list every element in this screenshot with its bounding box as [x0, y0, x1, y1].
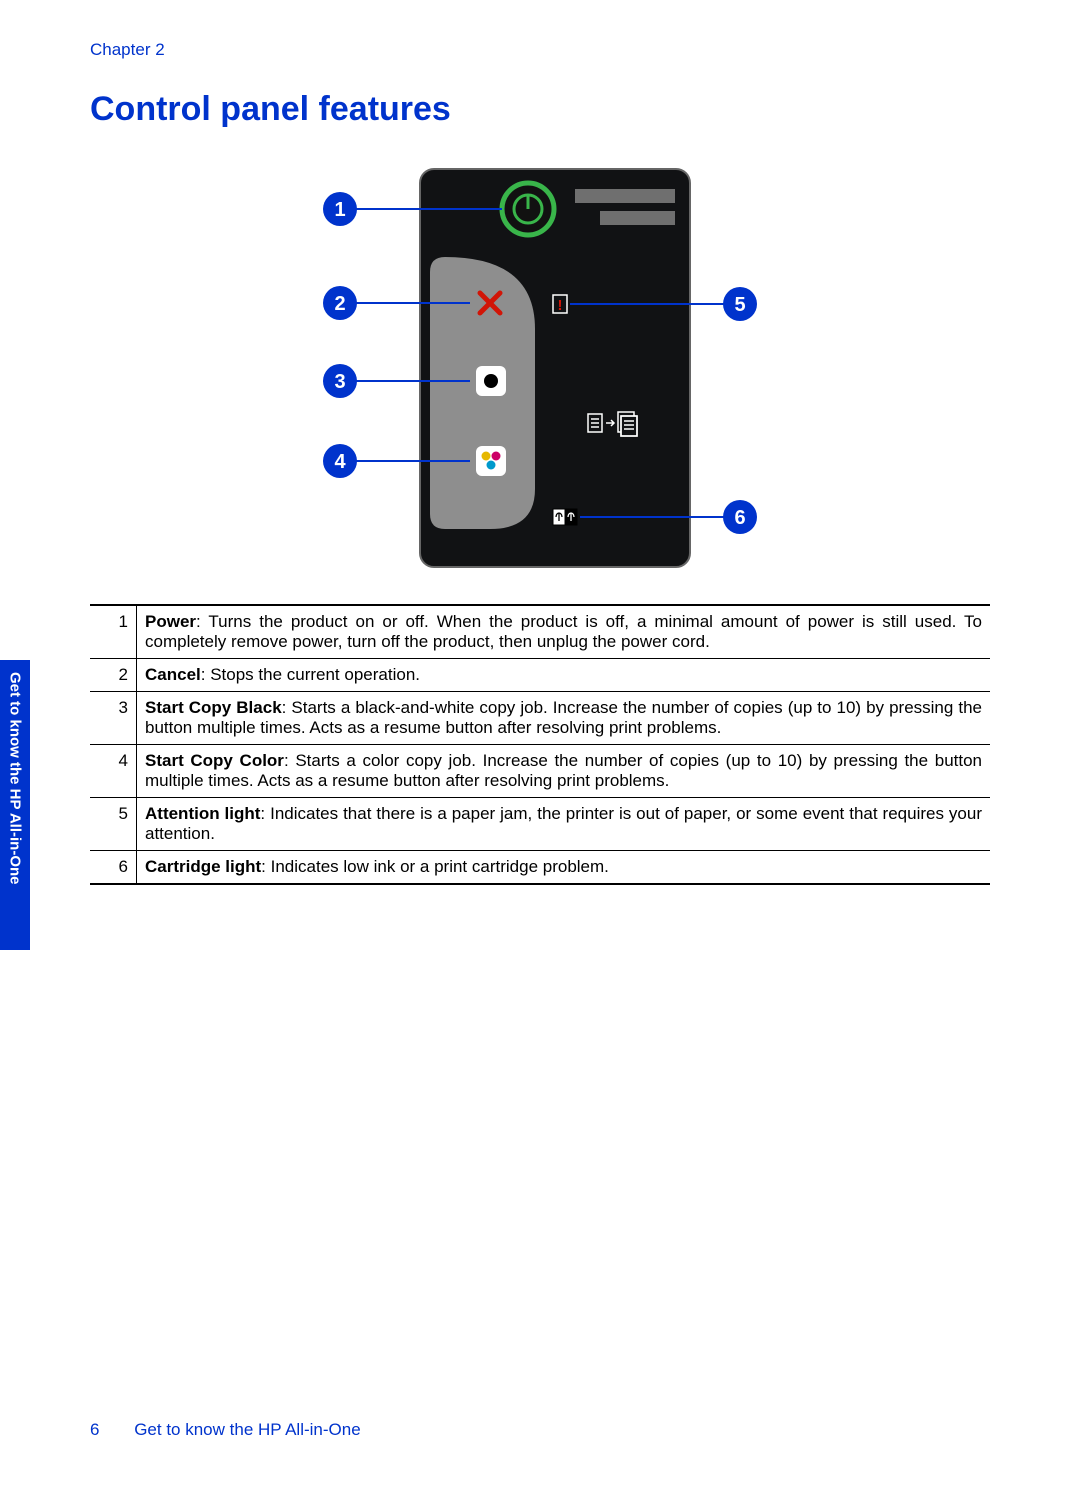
feature-desc: Start Copy Black: Starts a black-and-whi…	[137, 692, 991, 745]
footer: 6 Get to know the HP All-in-One	[90, 1420, 361, 1440]
control-panel-diagram: !	[90, 159, 990, 579]
chapter-label: Chapter 2	[90, 40, 990, 60]
table-row: 3 Start Copy Black: Starts a black-and-w…	[90, 692, 990, 745]
callout-6: 6	[734, 507, 745, 529]
feature-table: 1 Power: Turns the product on or off. Wh…	[90, 604, 990, 885]
feature-num: 3	[90, 692, 137, 745]
feature-desc: Cartridge light: Indicates low ink or a …	[137, 851, 991, 885]
callout-1: 1	[334, 199, 345, 221]
feature-num: 6	[90, 851, 137, 885]
feature-desc: Start Copy Color: Starts a color copy jo…	[137, 745, 991, 798]
table-row: 2 Cancel: Stops the current operation.	[90, 659, 990, 692]
svg-text:!: !	[558, 297, 563, 314]
feature-desc: Cancel: Stops the current operation.	[137, 659, 991, 692]
feature-num: 4	[90, 745, 137, 798]
callout-2: 2	[334, 293, 345, 315]
callout-4: 4	[334, 451, 346, 473]
page-number: 6	[90, 1420, 99, 1439]
table-row: 6 Cartridge light: Indicates low ink or …	[90, 851, 990, 885]
feature-num: 2	[90, 659, 137, 692]
table-row: 1 Power: Turns the product on or off. Wh…	[90, 605, 990, 659]
feature-num: 5	[90, 798, 137, 851]
table-row: 5 Attention light: Indicates that there …	[90, 798, 990, 851]
callout-5: 5	[734, 294, 745, 316]
feature-desc: Power: Turns the product on or off. When…	[137, 605, 991, 659]
table-row: 4 Start Copy Color: Starts a color copy …	[90, 745, 990, 798]
page-title: Control panel features	[90, 90, 990, 129]
feature-desc: Attention light: Indicates that there is…	[137, 798, 991, 851]
footer-section: Get to know the HP All-in-One	[134, 1420, 360, 1439]
callout-3: 3	[334, 371, 345, 393]
feature-num: 1	[90, 605, 137, 659]
side-tab: Get to know the HP All-in-One	[0, 660, 30, 950]
